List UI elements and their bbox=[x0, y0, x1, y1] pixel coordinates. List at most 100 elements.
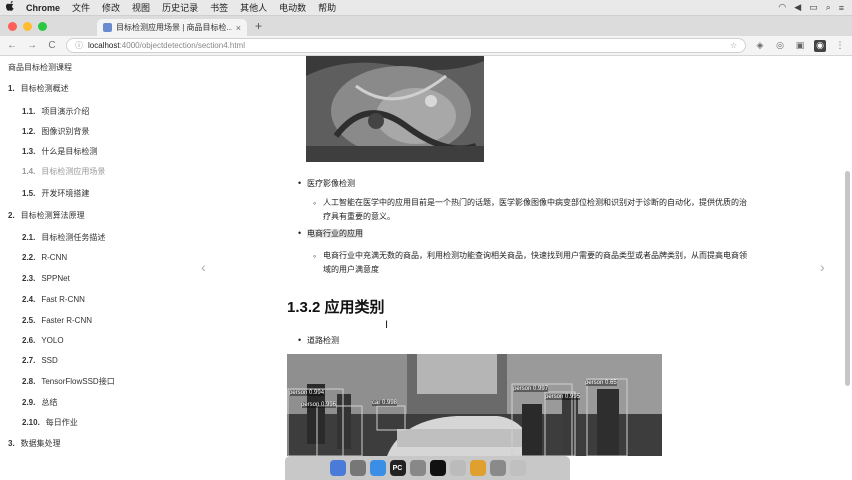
forward-button[interactable]: → bbox=[26, 40, 38, 51]
menu-list-icon[interactable]: ≡ bbox=[839, 3, 844, 13]
toc-item[interactable]: 2.10. 每日作业 bbox=[22, 417, 78, 428]
menu-file[interactable]: 文件 bbox=[66, 1, 96, 14]
status-tray: ◠ ◀ ▭ ⌕ ≡ bbox=[778, 2, 852, 13]
toc-item-number: 2. bbox=[8, 211, 15, 220]
toc-item[interactable]: 1.5. 开发环境搭建 bbox=[22, 188, 89, 199]
toc-item[interactable]: 2.5. Faster R-CNN bbox=[22, 316, 92, 325]
detection-label: person 0.996 bbox=[301, 402, 337, 408]
textedit-icon[interactable] bbox=[449, 460, 466, 476]
menu-chrome[interactable]: Chrome bbox=[20, 3, 66, 13]
selected-text[interactable]: 电商行业的应用 bbox=[307, 229, 363, 238]
scrollbar-thumb[interactable] bbox=[845, 171, 850, 386]
bullet-ecommerce: 电商行业的应用 bbox=[298, 228, 363, 239]
menu-view[interactable]: 视图 bbox=[126, 1, 156, 14]
toc-item[interactable]: 2.7. SSD bbox=[22, 356, 58, 365]
reload-button[interactable]: C bbox=[46, 40, 58, 51]
search-icon[interactable]: ⌕ bbox=[826, 2, 831, 13]
toc-item-number: 1.3. bbox=[22, 147, 36, 156]
toc-item[interactable]: 2.6. YOLO bbox=[22, 336, 64, 345]
url-path: :4000/objectdetection/section4.html bbox=[119, 41, 245, 50]
toc-item-label: 目标检测任务描述 bbox=[41, 233, 106, 242]
toc-item[interactable]: 2. 目标检测算法原理 bbox=[8, 210, 85, 221]
chrome-icon[interactable] bbox=[469, 460, 486, 476]
detection-label: person 0.994 bbox=[289, 390, 325, 396]
toc-item-label: 什么是目标检测 bbox=[41, 147, 98, 156]
extension-icon[interactable]: ◈ bbox=[754, 40, 766, 52]
toc-item-label: R-CNN bbox=[41, 253, 68, 262]
medical-description: 人工智能在医学中的应用目前是一个热门的话题，医学影像图像中病变部位检测和识别对于… bbox=[313, 196, 753, 224]
toc-item[interactable]: 1.1. 项目演示介绍 bbox=[22, 106, 89, 117]
toc-item[interactable]: 2.4. Fast R-CNN bbox=[22, 295, 85, 304]
toc-item[interactable]: 2.1. 目标检测任务描述 bbox=[22, 232, 105, 243]
toc-item-number: 2.5. bbox=[22, 316, 36, 325]
toc-item[interactable]: 1. 目标检测概述 bbox=[8, 83, 69, 94]
close-window-icon[interactable] bbox=[8, 22, 17, 31]
toc-item[interactable]: 2.3. SPPNet bbox=[22, 274, 70, 283]
favicon-icon bbox=[103, 23, 112, 32]
toc-item[interactable]: 2.2. R-CNN bbox=[22, 253, 67, 262]
launchpad-icon[interactable] bbox=[349, 460, 366, 476]
menu-history[interactable]: 历史记录 bbox=[156, 1, 204, 14]
profile-avatar[interactable]: ◉ bbox=[814, 39, 826, 52]
menu-edit[interactable]: 修改 bbox=[96, 1, 126, 14]
trash-icon[interactable] bbox=[509, 460, 526, 476]
bookmark-star-icon[interactable]: ☆ bbox=[730, 41, 737, 50]
toc-item-label: 目标检测概述 bbox=[20, 84, 69, 93]
detection-label: person 0.995 bbox=[545, 394, 581, 400]
back-button[interactable]: ← bbox=[6, 40, 18, 51]
toc-item-number: 1. bbox=[8, 84, 15, 93]
toc-item-number: 2.3. bbox=[22, 274, 36, 283]
toc-item-label: TensorFlowSSD接口 bbox=[41, 377, 115, 386]
system-prefs-icon[interactable] bbox=[409, 460, 426, 476]
toc-item-label: 目标检测应用场景 bbox=[41, 167, 106, 176]
toc-item-label: SSD bbox=[41, 356, 58, 365]
main-content: ‹ › 医疗影像检测 人工智能在医学中的应用目前是一个热门的话题，医学影像图像中… bbox=[196, 56, 852, 456]
tab-strip: 目标检测应用场景 | 商品目标检... × + bbox=[0, 16, 852, 36]
toc-item[interactable]: 1.4. 目标检测应用场景 bbox=[22, 166, 105, 177]
browser-toolbar: ← → C ⓘ localhost:4000/objectdetection/s… bbox=[0, 36, 852, 56]
menu-window[interactable]: 电动数 bbox=[273, 1, 312, 14]
bullet-medical: 医疗影像检测 bbox=[298, 178, 355, 189]
toc-item-label: SPPNet bbox=[41, 274, 70, 283]
preview-icon[interactable] bbox=[489, 460, 506, 476]
menu-bookmarks[interactable]: 书签 bbox=[204, 1, 234, 14]
tab-active[interactable]: 目标检测应用场景 | 商品目标检... × bbox=[97, 19, 247, 36]
finder-icon[interactable] bbox=[329, 460, 346, 476]
menu-help[interactable]: 帮助 bbox=[312, 1, 342, 14]
prev-page-icon[interactable]: ‹ bbox=[201, 259, 206, 275]
volume-icon[interactable]: ◀ bbox=[794, 2, 801, 13]
toc-item[interactable]: 2.9. 总结 bbox=[22, 397, 57, 408]
toc-item-label: 每日作业 bbox=[45, 418, 78, 427]
toc-item[interactable]: 3. 数据集处理 bbox=[8, 438, 61, 449]
toc-item-number: 2.10. bbox=[22, 418, 40, 427]
extension-icon-3[interactable]: ▣ bbox=[794, 40, 806, 52]
more-menu-icon[interactable]: ⋮ bbox=[834, 40, 846, 52]
close-tab-icon[interactable]: × bbox=[236, 23, 241, 33]
apple-icon[interactable] bbox=[0, 0, 20, 14]
zoom-window-icon[interactable] bbox=[38, 22, 47, 31]
toc-item-number: 1.4. bbox=[22, 167, 36, 176]
toc-item-label: 总结 bbox=[41, 398, 58, 407]
toc-item[interactable]: 1.2. 图像识别背景 bbox=[22, 126, 89, 137]
street-detection-image: person 0.994 person 0.996 car 0.998 pers… bbox=[287, 354, 662, 456]
window-controls bbox=[0, 22, 57, 36]
next-page-icon[interactable]: › bbox=[820, 259, 825, 275]
tab-title: 目标检测应用场景 | 商品目标检... bbox=[116, 23, 232, 32]
address-bar[interactable]: ⓘ localhost:4000/objectdetection/section… bbox=[66, 38, 746, 53]
toc-item[interactable]: 2.8. TensorFlowSSD接口 bbox=[22, 376, 115, 387]
toc-item-number: 2.4. bbox=[22, 295, 36, 304]
toc-item-number: 2.1. bbox=[22, 233, 36, 242]
minimize-window-icon[interactable] bbox=[23, 22, 32, 31]
toc-item-number: 2.2. bbox=[22, 253, 36, 262]
wifi-icon[interactable]: ◠ bbox=[778, 2, 786, 13]
new-tab-button[interactable]: + bbox=[247, 19, 270, 36]
menu-people[interactable]: 其他人 bbox=[234, 1, 273, 14]
safari-icon[interactable] bbox=[369, 460, 386, 476]
extension-icon-2[interactable]: ◎ bbox=[774, 40, 786, 52]
pycharm-icon[interactable]: PC bbox=[389, 460, 406, 476]
toc-item[interactable]: 1.3. 什么是目标检测 bbox=[22, 146, 97, 157]
book-title[interactable]: 商品目标检测课程 bbox=[8, 62, 72, 73]
battery-icon[interactable]: ▭ bbox=[809, 2, 818, 13]
info-icon[interactable]: ⓘ bbox=[75, 40, 83, 51]
terminal-icon[interactable] bbox=[429, 460, 446, 476]
